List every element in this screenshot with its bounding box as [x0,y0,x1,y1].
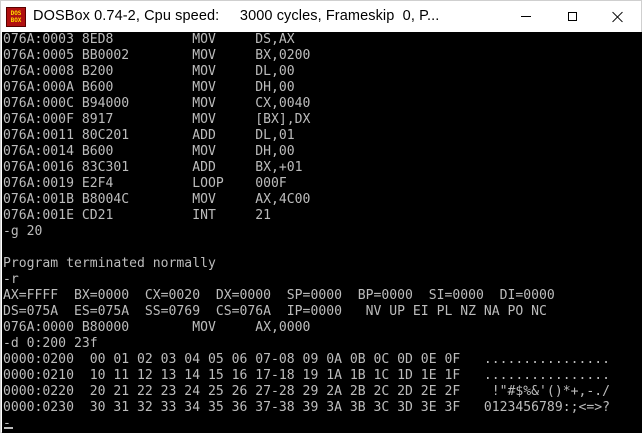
console-line: 0000:0200 00 01 02 03 04 05 06 07-08 09 … [3,352,610,367]
maximize-button[interactable] [549,1,595,32]
console-line: 0000:0220 20 21 22 23 24 25 26 27-28 29 … [3,384,610,399]
console-line: Program terminated normally [3,256,216,271]
close-icon [612,11,624,23]
console-line: 076A:0003 8ED8 MOV DS,AX [3,32,295,47]
close-button[interactable] [595,1,641,32]
console-line: 076A:0008 B200 MOV DL,00 [3,64,295,79]
title-bar[interactable]: DOS BOX DOSBox 0.74-2, Cpu speed: 3000 c… [1,1,641,32]
console-line: 076A:000C B94000 MOV CX,0040 [3,96,311,111]
console-line: 0000:0230 30 31 32 33 34 35 36 37-38 39 … [3,400,610,415]
minimize-button[interactable] [503,1,549,32]
maximize-icon [567,12,577,21]
console-output: 076A:0003 8ED8 MOV DS,AX 076A:0005 BB000… [3,32,610,432]
window-title: DOSBox 0.74-2, Cpu speed: 3000 cycles, F… [33,8,440,24]
console-line: 076A:0019 E2F4 LOOP 000F [3,176,287,191]
dosbox-icon[interactable]: DOS BOX [6,7,26,27]
console-line: -d 0:200 23f [3,336,98,351]
console-line: 076A:000A B600 MOV DH,00 [3,80,295,95]
console-line: -g 20 [3,224,43,239]
console-line: 076A:0005 BB0002 MOV BX,0200 [3,48,311,63]
console-line: 076A:0016 83C301 ADD BX,+01 [3,160,303,175]
icon-text-top: DOS [10,10,22,17]
console-line: DS=075A ES=075A SS=0769 CS=076A IP=0000 … [3,304,547,319]
console-line: 0000:0210 10 11 12 13 14 15 16 17-18 19 … [3,368,610,383]
minimize-icon [521,16,531,17]
icon-text-bottom: BOX [10,17,22,24]
console-line: 076A:0011 80C201 ADD DL,01 [3,128,295,143]
console-line: AX=FFFF BX=0000 CX=0020 DX=0000 SP=0000 … [3,288,555,303]
console-line: 076A:000F 8917 MOV [BX],DX [3,112,311,127]
console-line: -r [3,272,19,287]
console-line: 076A:001E CD21 INT 21 [3,208,272,223]
console-prompt[interactable]: - [3,416,610,432]
console-line: 076A:0014 B600 MOV DH,00 [3,144,295,159]
dos-console[interactable]: 076A:0003 8ED8 MOV DS,AX 076A:0005 BB000… [2,32,642,433]
console-line: 076A:001B B8004C MOV AX,4C00 [3,192,311,207]
dosbox-window: DOS BOX DOSBox 0.74-2, Cpu speed: 3000 c… [0,0,642,433]
text-cursor [4,427,13,429]
console-line: 076A:0000 B80000 MOV AX,0000 [3,320,311,335]
